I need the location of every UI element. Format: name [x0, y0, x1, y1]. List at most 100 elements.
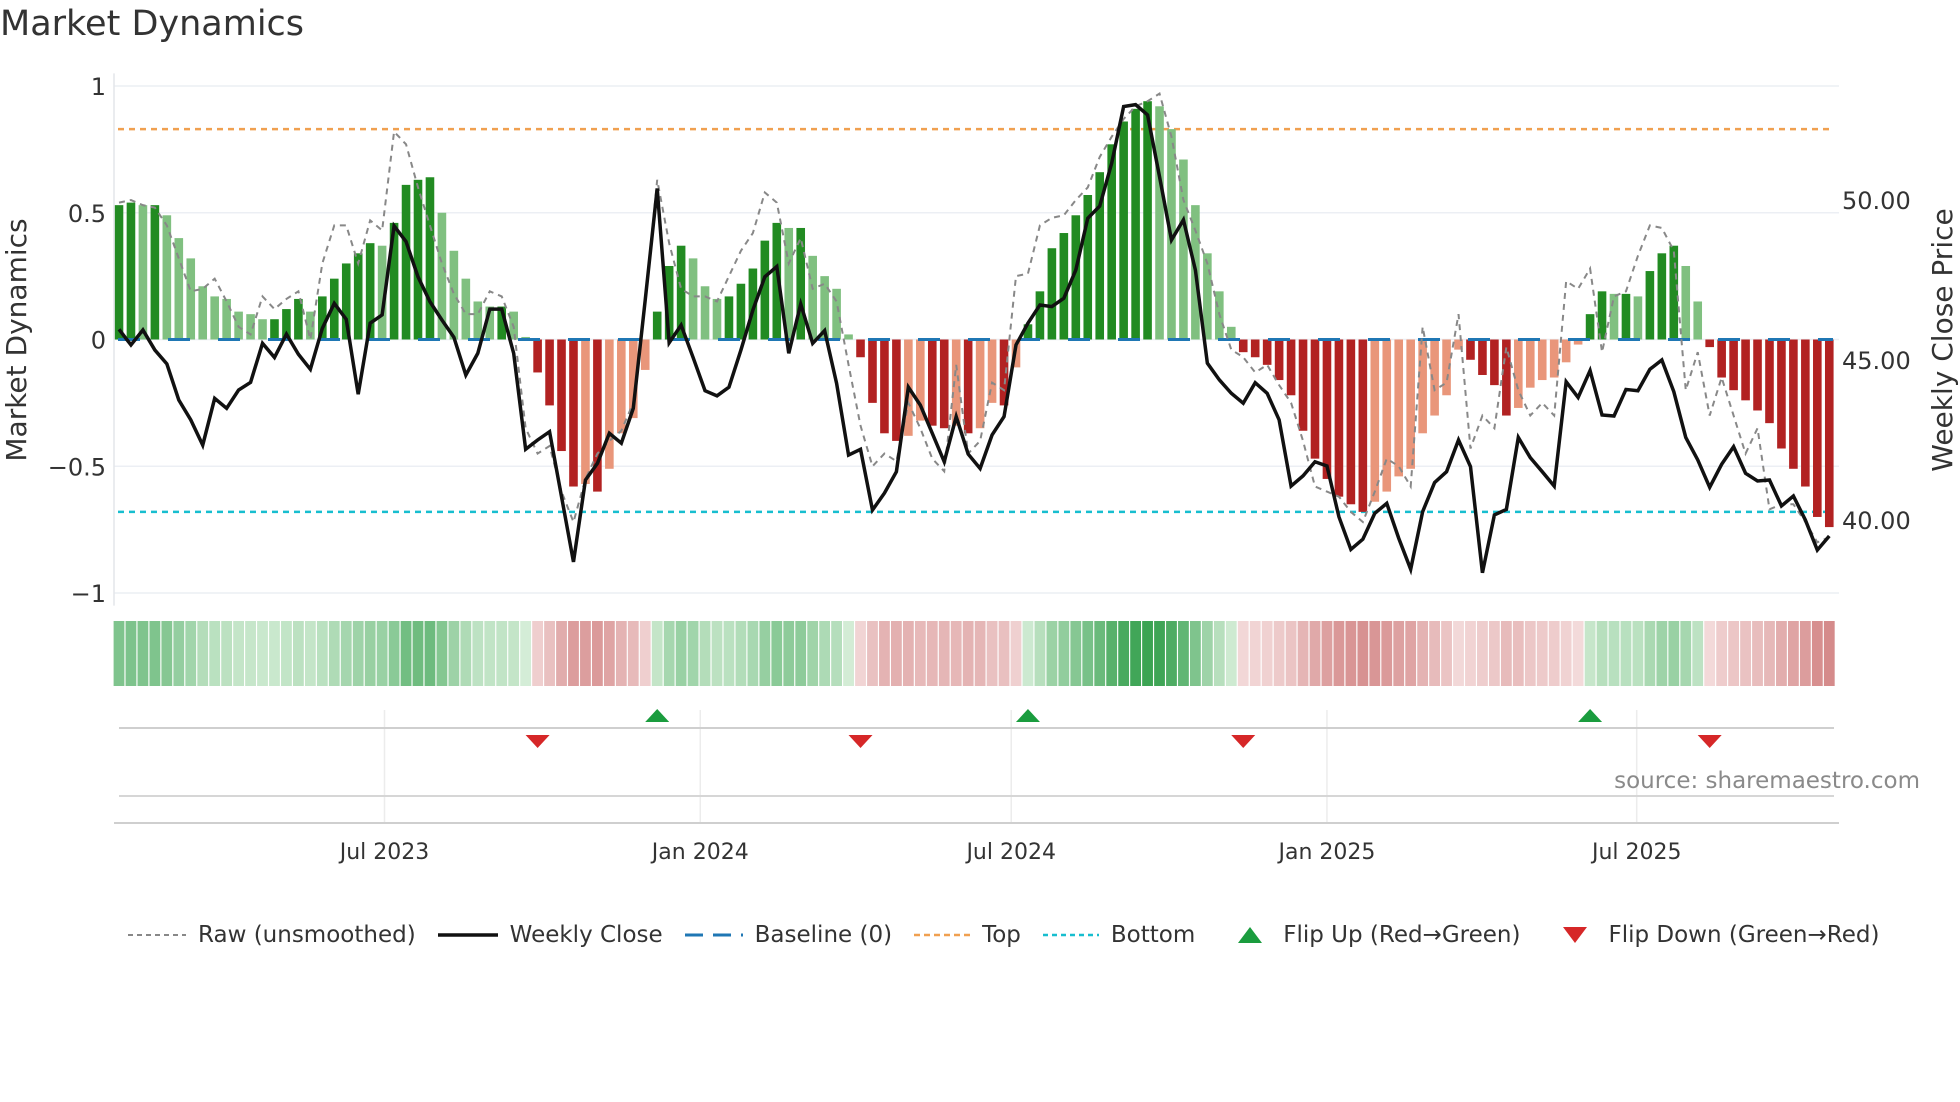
strip-cell — [496, 621, 508, 686]
bar — [880, 339, 889, 434]
strip-cell — [376, 621, 388, 686]
y-tick-label: 1 — [91, 73, 106, 101]
strip-cell — [209, 621, 221, 686]
strip-cell — [1094, 621, 1106, 686]
strip-cell — [316, 621, 328, 686]
strip-cell — [1453, 621, 1464, 686]
bar — [712, 298, 722, 340]
bar — [1310, 339, 1320, 459]
bar — [1717, 339, 1726, 378]
bar — [963, 339, 973, 434]
strip-cell — [938, 621, 950, 686]
strip-cell — [663, 621, 675, 686]
bar — [1274, 339, 1284, 381]
bar — [1358, 339, 1368, 512]
flip-down-marker — [1697, 735, 1722, 748]
bar — [1131, 108, 1140, 340]
bar — [1047, 248, 1057, 340]
strip-cell — [328, 621, 340, 686]
bar — [1418, 339, 1427, 434]
legend-item-raw[interactable]: Raw (unsmoothed) — [128, 922, 416, 948]
strip-cell — [843, 621, 854, 686]
legend-item-flip-down[interactable]: Flip Down (Green→Red) — [1542, 922, 1879, 948]
flip-down-marker — [848, 735, 873, 748]
bar — [1561, 339, 1571, 363]
strip-cell — [1130, 621, 1141, 686]
heat-strip — [113, 621, 1835, 686]
strip-cell — [448, 621, 460, 686]
strip-cell — [388, 621, 400, 686]
legend-item-close[interactable]: Weekly Close — [437, 922, 663, 948]
strip-cell — [532, 621, 543, 686]
legend-label: Weekly Close — [509, 922, 663, 948]
bar — [1286, 339, 1296, 396]
bar — [844, 334, 853, 340]
strip-cell — [1500, 621, 1512, 686]
strip-cell — [173, 621, 185, 686]
strip-cell — [1764, 621, 1775, 686]
chart-title: Market Dynamics — [0, 4, 305, 44]
bar — [1394, 339, 1404, 477]
bar — [294, 298, 303, 340]
x-tick-label: Jan 2025 — [1277, 840, 1376, 865]
bottom-line-swatch-icon — [1042, 933, 1099, 937]
bar — [724, 296, 734, 340]
strip-cell — [460, 621, 472, 686]
strip-cell — [1632, 621, 1644, 686]
strip-cell — [723, 621, 735, 686]
strip-cell — [1465, 621, 1476, 686]
bar — [1334, 339, 1344, 497]
strip-cell — [1106, 621, 1118, 686]
strip-cell — [1524, 621, 1536, 686]
x-tick-label: Jan 2024 — [650, 840, 749, 865]
strip-cell — [1058, 621, 1070, 686]
legend-item-bottom[interactable]: Bottom — [1042, 922, 1195, 948]
strip-cell — [1740, 621, 1751, 686]
bar — [1824, 339, 1834, 528]
bar — [808, 255, 817, 340]
strip-cell — [1201, 621, 1213, 686]
bar — [1729, 339, 1738, 391]
legend-item-baseline[interactable]: Baseline (0) — [684, 922, 892, 948]
strip-cell — [962, 621, 974, 686]
strip-cell — [1010, 621, 1022, 686]
strip-cell — [1799, 621, 1811, 686]
flip-down-marker — [1231, 735, 1256, 748]
x-tick-label: Jul 2025 — [1590, 840, 1682, 865]
strip-cell — [759, 621, 771, 686]
strip-cell — [1249, 621, 1261, 686]
bar — [1621, 293, 1631, 340]
strip-cell — [1489, 621, 1500, 686]
strip-cell — [950, 621, 962, 686]
bar — [1585, 314, 1595, 340]
y-tick-label: −1 — [71, 580, 106, 608]
bar — [892, 339, 901, 441]
bar — [401, 184, 411, 340]
strip-cell — [1417, 621, 1429, 686]
strip-cell — [699, 621, 711, 686]
bar — [1035, 291, 1045, 340]
strip-cell — [1261, 621, 1273, 686]
legend-item-flip-up[interactable]: Flip Up (Red→Green) — [1217, 922, 1520, 948]
strip-cell — [998, 621, 1010, 686]
strip-cell — [1788, 621, 1799, 686]
strip-cell — [1142, 621, 1153, 686]
bar — [150, 205, 160, 340]
strip-cell — [1572, 621, 1584, 686]
strip-cell — [1536, 621, 1548, 686]
strip-cell — [914, 621, 926, 686]
y-axis-label: Market Dynamics — [0, 218, 33, 461]
strip-cell — [1393, 621, 1405, 686]
legend-item-top[interactable]: Top — [914, 922, 1021, 948]
strip-cell — [615, 621, 627, 686]
strip-cell — [891, 621, 902, 686]
strip-cell — [1034, 621, 1046, 686]
legend-label: Flip Up (Red→Green) — [1283, 922, 1521, 948]
strip-cell — [1333, 621, 1345, 686]
bar — [1753, 339, 1762, 411]
strip-cell — [293, 621, 304, 686]
y2-tick-label: 50.00 — [1842, 187, 1911, 215]
bar — [856, 339, 865, 358]
bar — [975, 339, 985, 429]
strip-cell — [1405, 621, 1417, 686]
